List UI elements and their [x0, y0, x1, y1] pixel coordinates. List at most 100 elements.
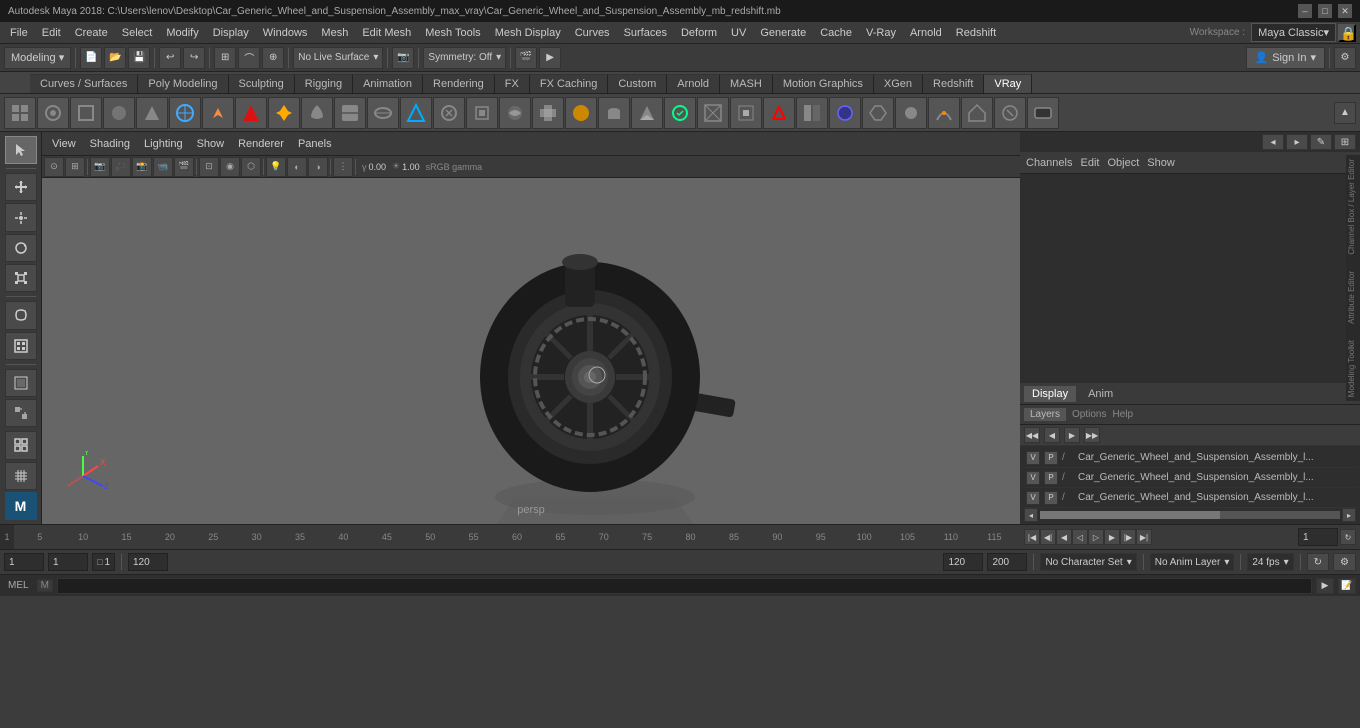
- timeline-ruler[interactable]: 5 10 15 20 25 30 35 40 45 50 55 60 65 70…: [14, 525, 1020, 549]
- maya-logo[interactable]: M: [5, 492, 37, 520]
- shelf-tab-xgen[interactable]: XGen: [874, 74, 923, 93]
- layer-row-3[interactable]: V P / Car_Generic_Wheel_and_Suspension_A…: [1022, 488, 1358, 508]
- vp-menu-renderer[interactable]: Renderer: [232, 136, 290, 152]
- layer-scroll-last[interactable]: ▶▶: [1084, 427, 1100, 443]
- shelf-icon-3[interactable]: [70, 97, 102, 129]
- vp-icon-ao[interactable]: ◑: [308, 157, 328, 177]
- scale-tool[interactable]: [5, 264, 37, 292]
- play-back-btn[interactable]: ◁: [1072, 529, 1088, 545]
- layer-hscroll-track[interactable]: [1040, 511, 1340, 519]
- shelf-icon-16[interactable]: [499, 97, 531, 129]
- transform-tool[interactable]: [5, 173, 37, 201]
- layer-row-2[interactable]: V P / Car_Generic_Wheel_and_Suspension_A…: [1022, 468, 1358, 488]
- cb-show-tab[interactable]: Show: [1147, 157, 1175, 169]
- shelf-tab-sculpting[interactable]: Sculpting: [229, 74, 295, 93]
- vp-icon-shaded-textured[interactable]: ⬡: [241, 157, 261, 177]
- layer-v-btn-1[interactable]: V: [1026, 451, 1040, 465]
- shelf-icon-1[interactable]: [4, 97, 36, 129]
- shelf-icon-19[interactable]: [598, 97, 630, 129]
- vp-menu-view[interactable]: View: [46, 136, 82, 152]
- shelf-icon-28[interactable]: [895, 97, 927, 129]
- shelf-icon-14[interactable]: [433, 97, 465, 129]
- vp-icon-camera5[interactable]: 🎬: [174, 157, 194, 177]
- workspace-selector[interactable]: Maya Classic▾: [1251, 23, 1336, 42]
- shelf-icon-8[interactable]: [235, 97, 267, 129]
- vp-icon-grid[interactable]: ⋮: [333, 157, 353, 177]
- new-scene-btn[interactable]: 📄: [80, 47, 102, 69]
- shelf-icon-22[interactable]: [697, 97, 729, 129]
- prev-frame-btn[interactable]: ◀: [1056, 529, 1072, 545]
- start-frame-field[interactable]: 1: [4, 553, 44, 571]
- attr-editor-label[interactable]: Attribute Editor: [1346, 267, 1360, 328]
- shelf-icon-31[interactable]: [994, 97, 1026, 129]
- ipr-btn[interactable]: ▶: [539, 47, 561, 69]
- viewport-options-tool[interactable]: [5, 431, 37, 459]
- minimize-button[interactable]: –: [1298, 4, 1312, 18]
- menu-mesh-display[interactable]: Mesh Display: [489, 25, 567, 41]
- vp-icon-home[interactable]: ⊙: [44, 157, 64, 177]
- menu-deform[interactable]: Deform: [675, 25, 723, 41]
- go-end-btn[interactable]: ▶|: [1136, 529, 1152, 545]
- fps-dropdown[interactable]: 24 fps ▾: [1247, 553, 1293, 571]
- close-button[interactable]: ✕: [1338, 4, 1352, 18]
- shelf-icon-13[interactable]: [400, 97, 432, 129]
- next-frame-btn[interactable]: ▶: [1104, 529, 1120, 545]
- anim-settings-btn[interactable]: ⚙: [1333, 553, 1356, 571]
- modeling-toolkit-label[interactable]: Modeling Toolkit: [1346, 336, 1360, 401]
- cb-object-tab[interactable]: Object: [1107, 157, 1139, 169]
- shelf-icon-27[interactable]: [862, 97, 894, 129]
- viewport-3d[interactable]: persp X Y Z: [42, 178, 1020, 524]
- menu-edit-mesh[interactable]: Edit Mesh: [356, 25, 417, 41]
- vp-menu-lighting[interactable]: Lighting: [138, 136, 189, 152]
- layer-scroll-next[interactable]: ▶: [1064, 427, 1080, 443]
- layer-p-btn-2[interactable]: P: [1044, 471, 1058, 485]
- shelf-icon-11[interactable]: [334, 97, 366, 129]
- display-tab[interactable]: Display: [1024, 386, 1076, 402]
- shelf-icon-2[interactable]: [37, 97, 69, 129]
- shelf-icon-18[interactable]: [565, 97, 597, 129]
- mel-python-toggle[interactable]: M: [37, 579, 53, 592]
- rotate-tool[interactable]: [5, 234, 37, 262]
- open-scene-btn[interactable]: 📂: [104, 47, 126, 69]
- snap-grid-btn[interactable]: ⊞: [214, 47, 236, 69]
- panel-icon-2[interactable]: ▸: [1286, 134, 1308, 150]
- menu-uv[interactable]: UV: [725, 25, 752, 41]
- menu-vray[interactable]: V-Ray: [860, 25, 902, 41]
- lasso-tool[interactable]: [5, 301, 37, 329]
- render-btn[interactable]: 🎬: [515, 47, 537, 69]
- menu-surfaces[interactable]: Surfaces: [618, 25, 673, 41]
- modeling-dropdown[interactable]: Modeling ▾: [4, 47, 71, 69]
- layer-v-btn-2[interactable]: V: [1026, 471, 1040, 485]
- cb-layer-editor-label[interactable]: Channel Box / Layer Editor: [1346, 155, 1360, 259]
- sign-in-button[interactable]: 👤 Sign In ▾: [1246, 47, 1325, 69]
- anim-layer-dropdown[interactable]: No Anim Layer ▾: [1150, 553, 1235, 571]
- shelf-tab-motion-graphics[interactable]: Motion Graphics: [773, 74, 874, 93]
- shelf-icon-29[interactable]: [928, 97, 960, 129]
- menu-cache[interactable]: Cache: [814, 25, 858, 41]
- script-editor-btn[interactable]: 📝: [1338, 578, 1356, 594]
- shelf-icon-17[interactable]: [532, 97, 564, 129]
- layer-hscroll-thumb[interactable]: [1040, 511, 1220, 519]
- vp-icon-camera4[interactable]: 📹: [153, 157, 173, 177]
- vp-icon-wireframe[interactable]: ⊡: [199, 157, 219, 177]
- vp-icon-camera1[interactable]: 📷: [90, 157, 110, 177]
- shelf-icon-4[interactable]: [103, 97, 135, 129]
- shelf-icon-15[interactable]: [466, 97, 498, 129]
- layer-p-btn-1[interactable]: P: [1044, 451, 1058, 465]
- layer-hscroll-right[interactable]: ▸: [1342, 508, 1356, 522]
- layer-scroll-first[interactable]: ◀◀: [1024, 427, 1040, 443]
- save-scene-btn[interactable]: 💾: [128, 47, 150, 69]
- cb-channels-tab[interactable]: Channels: [1026, 157, 1072, 169]
- move-tool[interactable]: [5, 203, 37, 231]
- layers-tab[interactable]: Layers: [1024, 408, 1066, 421]
- menu-file[interactable]: File: [4, 25, 34, 41]
- layer-hscroll-left[interactable]: ◂: [1024, 508, 1038, 522]
- snap-tool[interactable]: [5, 399, 37, 427]
- shelf-icon-21[interactable]: [664, 97, 696, 129]
- prev-key-btn[interactable]: ◀|: [1040, 529, 1056, 545]
- select-tool[interactable]: [5, 136, 37, 164]
- shelf-tab-curves-surfaces[interactable]: Curves / Surfaces: [30, 74, 138, 93]
- anim-tab[interactable]: Anim: [1080, 386, 1121, 402]
- total-frames-field[interactable]: 200: [987, 553, 1027, 571]
- shelf-icon-7[interactable]: [202, 97, 234, 129]
